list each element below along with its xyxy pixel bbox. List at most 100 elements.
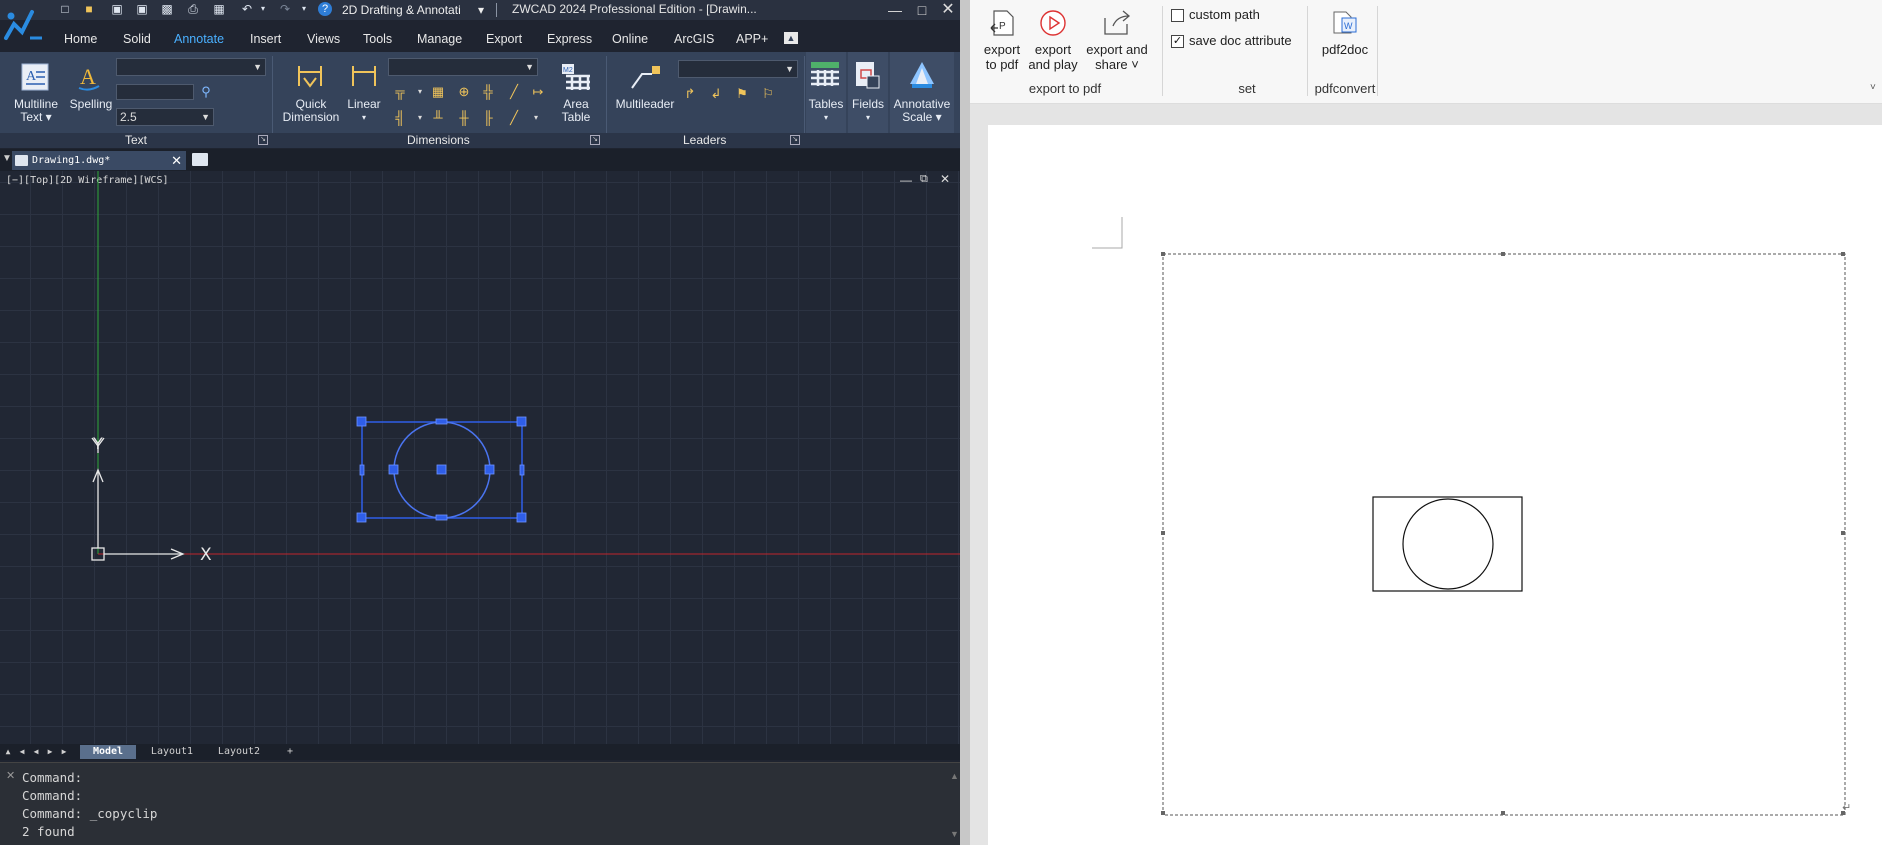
align-leader-icon[interactable]: ⚑ <box>734 86 750 102</box>
pdf2doc-button[interactable]: pdf2doc <box>1314 42 1376 57</box>
fields-button[interactable]: Fields ▾ <box>848 98 888 124</box>
new-file-icon[interactable]: □ <box>58 2 72 16</box>
annotative-scale-icon[interactable] <box>906 58 938 90</box>
menu-insert[interactable]: Insert <box>250 29 281 49</box>
redo-icon[interactable]: ↷ <box>278 2 292 16</box>
save-doc-attribute-checkbox[interactable]: ✓ <box>1171 35 1184 48</box>
menu-views[interactable]: Views <box>307 29 340 49</box>
chevron-down-icon[interactable]: ▾ <box>412 110 428 126</box>
menu-tools[interactable]: Tools <box>363 29 392 49</box>
export-to-pdf-button[interactable]: export to pdf <box>974 42 1030 72</box>
jog-line-icon[interactable]: ↦ <box>530 84 546 100</box>
save-as-icon[interactable]: ▣ <box>135 2 149 16</box>
document-page[interactable]: ↵ <box>988 125 1882 845</box>
dimension-break-icon[interactable]: ╬ <box>480 84 496 100</box>
dimension-edit-icon[interactable]: ╱ <box>506 110 522 126</box>
quick-dimension-icon[interactable] <box>296 62 324 90</box>
multileader-style-combo[interactable]: ▼ <box>678 60 798 78</box>
undo-icon[interactable]: ↶ <box>240 2 254 16</box>
new-tab-icon[interactable] <box>192 153 208 166</box>
quick-dimension-button[interactable]: Quick Dimension <box>280 98 342 124</box>
center-mark-icon[interactable]: ⊕ <box>456 84 472 100</box>
close-command-icon[interactable]: ✕ <box>6 769 15 782</box>
ribbon-collapse-icon[interactable]: ˅ <box>1870 82 1876 93</box>
collect-leader-icon[interactable]: ⚐ <box>760 86 776 102</box>
text-panel-launcher-icon[interactable]: ↘ <box>258 135 268 145</box>
tab-next-icon[interactable]: ▶ <box>44 745 56 759</box>
help-icon[interactable]: ? <box>318 2 332 16</box>
undo-dropdown-icon[interactable]: ▾ <box>256 2 270 16</box>
scroll-down-icon[interactable]: ▼ <box>950 829 959 839</box>
export-and-play-icon[interactable] <box>1038 8 1068 38</box>
tab-layout2[interactable]: Layout2 <box>208 745 270 759</box>
tab-scroll-up-icon[interactable]: ▲ <box>2 745 14 759</box>
menu-solid[interactable]: Solid <box>123 29 151 49</box>
maximize-button[interactable]: □ <box>911 0 933 20</box>
linear-dimension-icon[interactable] <box>350 62 378 90</box>
save-all-icon[interactable]: ▩ <box>160 2 174 16</box>
tables-icon[interactable] <box>810 60 840 88</box>
dimensions-panel-launcher-icon[interactable]: ↘ <box>590 135 600 145</box>
pdf2doc-icon[interactable]: W <box>1330 8 1360 38</box>
minimize-button[interactable]: — <box>884 0 906 20</box>
close-tab-icon[interactable]: ✕ <box>171 151 182 170</box>
linear-dimension-button[interactable]: Linear ▾ <box>344 98 384 124</box>
chevron-down-icon[interactable]: ▾ <box>412 84 428 100</box>
tables-button[interactable]: Tables ▾ <box>806 98 846 124</box>
area-table-icon[interactable]: M2 <box>560 62 592 92</box>
redo-dropdown-icon[interactable]: ▾ <box>297 2 311 16</box>
multiline-text-button[interactable]: Multiline Text ▾ <box>8 98 64 124</box>
custom-path-checkbox[interactable] <box>1171 9 1184 22</box>
menu-app-plus[interactable]: APP+ <box>736 29 768 49</box>
chevron-down-icon[interactable]: ▾ <box>528 110 544 126</box>
menu-annotate[interactable]: Annotate <box>174 29 224 49</box>
menu-manage[interactable]: Manage <box>417 29 462 49</box>
menu-online[interactable]: Online <box>612 29 648 49</box>
dimension-update-icon[interactable]: ╨ <box>430 110 446 126</box>
text-search-input[interactable] <box>116 84 194 100</box>
menu-arcgis[interactable]: ArcGIS <box>674 29 714 49</box>
tab-model[interactable]: Model <box>80 745 136 759</box>
multileader-button[interactable]: Multileader <box>612 98 678 111</box>
drawing-viewport[interactable]: [−][Top][2D Wireframe][WCS] — ⧉ ✕ X Y <box>0 171 960 744</box>
save-icon[interactable]: ▣ <box>110 2 124 16</box>
spelling-icon[interactable]: A <box>74 62 104 92</box>
export-and-share-icon[interactable] <box>1101 8 1133 38</box>
print-icon[interactable]: ⎙ <box>186 2 200 16</box>
command-window[interactable]: ✕ Command: Command: Command: _copyclip 2… <box>0 762 960 845</box>
tolerance-icon[interactable]: ╫ <box>456 110 472 126</box>
export-and-share-button[interactable]: export and share ˅ <box>1082 42 1152 72</box>
spelling-button[interactable]: Spelling <box>66 98 116 111</box>
text-style-combo[interactable]: ▼ <box>116 58 266 76</box>
close-window-button[interactable]: ✕ <box>937 0 959 20</box>
open-folder-icon[interactable]: ■ <box>82 2 96 16</box>
text-height-combo[interactable]: 2.5 ▼ <box>116 108 214 126</box>
document-tab[interactable]: Drawing1.dwg* ✕ <box>12 151 186 170</box>
page-canvas[interactable]: ↵ <box>988 125 1882 845</box>
add-leader-icon[interactable]: ↱ <box>682 86 698 102</box>
tab-first-icon[interactable]: ◀ <box>16 745 28 759</box>
ribbon-toggle-icon[interactable]: ▲ <box>784 32 798 44</box>
menu-express[interactable]: Express <box>547 29 592 49</box>
remove-leader-icon[interactable]: ↲ <box>708 86 724 102</box>
export-and-play-button[interactable]: export and play <box>1025 42 1081 72</box>
scroll-up-icon[interactable]: ▲ <box>950 771 959 781</box>
fields-icon[interactable] <box>853 60 881 90</box>
tab-prev-icon[interactable]: ◀ <box>30 745 42 759</box>
plot-preview-icon[interactable]: ▦ <box>212 2 226 16</box>
multileader-icon[interactable] <box>628 62 662 90</box>
tab-add-layout[interactable]: + <box>276 745 304 759</box>
inspect-icon[interactable]: ╟ <box>480 110 496 126</box>
area-table-button[interactable]: Area Table <box>552 98 600 124</box>
baseline-dimension-icon[interactable]: ╦ <box>392 84 408 100</box>
leaders-panel-launcher-icon[interactable]: ↘ <box>790 135 800 145</box>
dimension-style-combo[interactable]: ▼ <box>388 58 538 76</box>
export-to-pdf-icon[interactable]: P <box>989 8 1017 38</box>
multiline-text-icon[interactable]: A <box>20 62 50 92</box>
continue-dimension-icon[interactable]: ╣ <box>392 110 408 126</box>
zwcad-logo-icon[interactable] <box>2 2 46 42</box>
tab-menu-icon[interactable]: ▼ <box>2 153 12 164</box>
annotative-scale-button[interactable]: Annotative Scale ▾ <box>890 98 954 124</box>
workspace-selector[interactable]: 2D Drafting & Annotati ▾ <box>340 1 488 20</box>
tab-last-icon[interactable]: ▶ <box>58 745 70 759</box>
